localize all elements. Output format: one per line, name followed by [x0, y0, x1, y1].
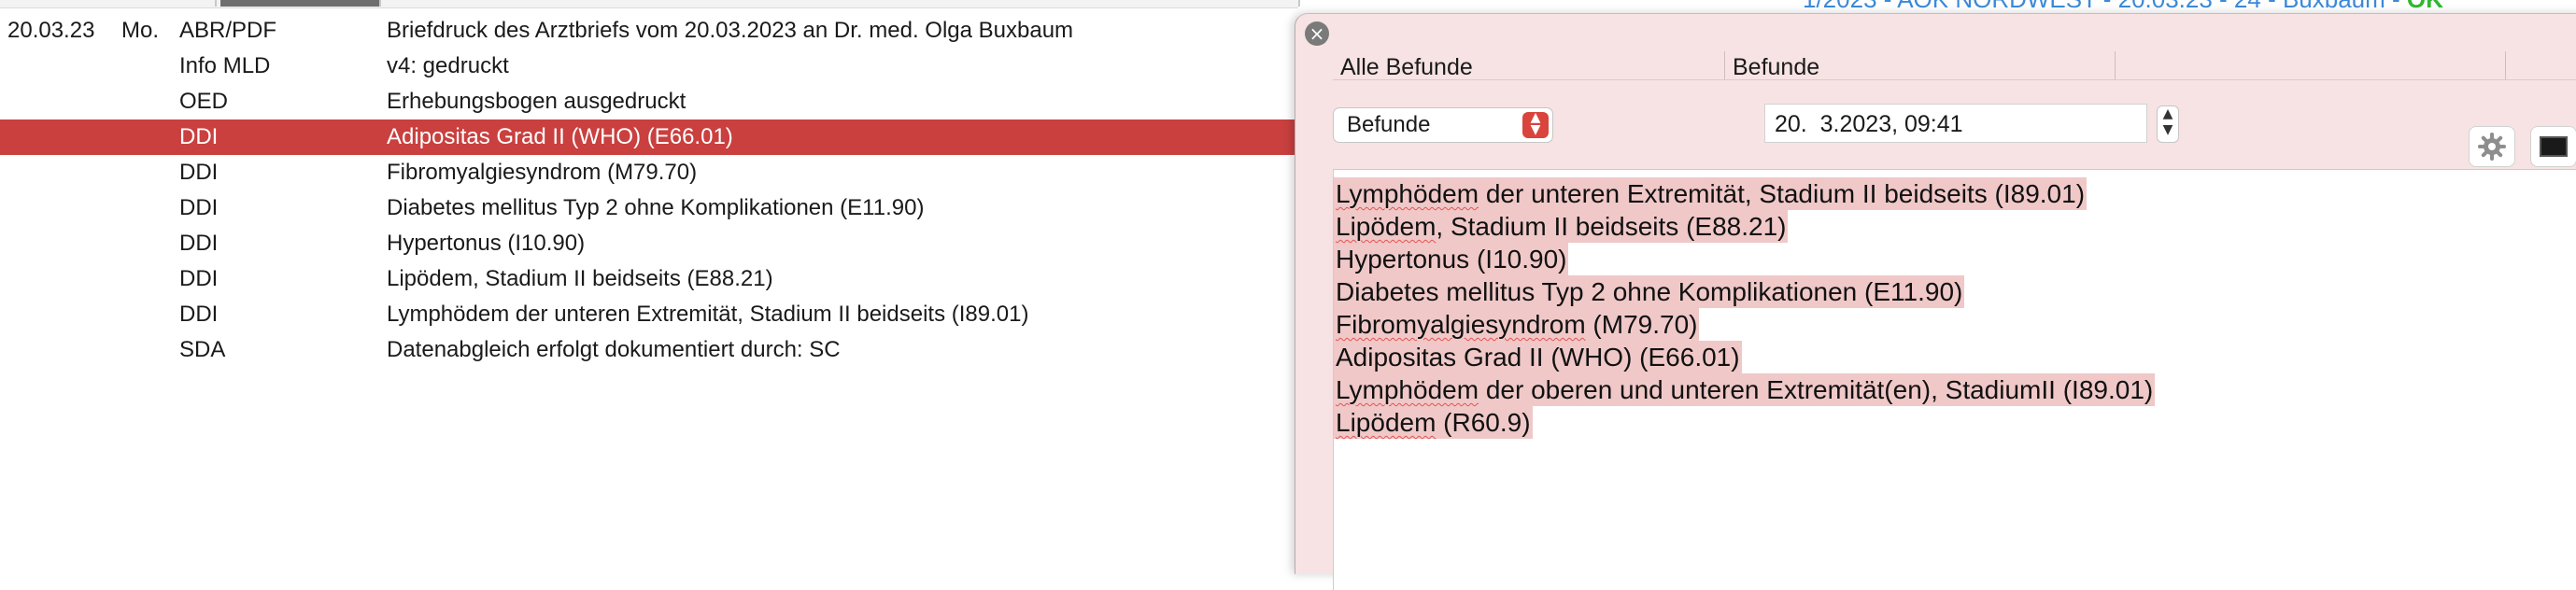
- journal-day: Mo.: [121, 18, 160, 43]
- journal-row[interactable]: SDA Datenabgleich erfolgt dokumentiert du…: [0, 332, 1298, 368]
- finding-text: (M79.70): [1585, 310, 1698, 339]
- journal-code: ABR/PDF: [179, 18, 277, 43]
- finding-text: Diabetes mellitus Typ 2 ohne Komplikatio…: [1336, 277, 1963, 306]
- finding-line: Lymphödem der unteren Extremität, Stadiu…: [1334, 177, 2088, 210]
- journal-list[interactable]: 20.03.23 Mo. ABR/PDF Briefdruck des Arztbri…: [0, 13, 1298, 368]
- date-stepper[interactable]: ▲ ▼: [2157, 105, 2179, 143]
- finding-line: Lipödem, Stadium II beidseits (E88.21): [1334, 210, 1789, 243]
- finding-line: Diabetes mellitus Typ 2 ohne Komplikatio…: [1334, 275, 1965, 308]
- finding-text: , Stadium II beidseits (E88.21): [1436, 212, 1787, 241]
- journal-date: 20.03.23: [7, 18, 95, 43]
- finding-spellcheck-word: Fibromyalgiesyndrom: [1336, 310, 1586, 339]
- toolbar-segment[interactable]: [383, 0, 1300, 7]
- screen-button[interactable]: [2530, 126, 2576, 167]
- toolbar-segment[interactable]: [0, 0, 217, 7]
- journal-text: Diabetes mellitus Typ 2 ohne Komplikatio…: [387, 195, 925, 220]
- journal-row[interactable]: DDI Fibromyalgiesyndrom (M79.70): [0, 155, 1298, 190]
- journal-text: Briefdruck des Arztbriefs vom 20.03.2023…: [387, 18, 1074, 43]
- journal-code: Info MLD: [179, 53, 271, 78]
- close-icon: ×: [1309, 22, 1325, 45]
- finding-spellcheck-word: Lymphödem: [1336, 375, 1479, 404]
- date-field[interactable]: 20. 3.2023, 09:41: [1764, 104, 2147, 143]
- findings-textarea[interactable]: Lymphödem der unteren Extremität, Stadiu…: [1333, 169, 2576, 590]
- tab-empty[interactable]: [2116, 51, 2506, 79]
- journal-code: OED: [179, 89, 229, 114]
- findings-list: Lymphödem der unteren Extremität, Stadiu…: [1334, 177, 2576, 439]
- finding-text: der unteren Extremität, Stadium II beids…: [1479, 179, 2086, 208]
- journal-row[interactable]: Info MLD v4: gedruckt: [0, 49, 1298, 84]
- category-select[interactable]: Befunde ▲ ▼: [1333, 107, 1553, 143]
- close-button[interactable]: ×: [1305, 21, 1329, 46]
- journal-row[interactable]: DDI Lipödem, Stadium II beidseits (E88.21…: [0, 261, 1298, 297]
- tab-bar: Alle Befunde Befunde: [1333, 51, 2576, 80]
- finding-text: Hypertonus (I10.90): [1336, 245, 1567, 274]
- journal-text: Lipödem, Stadium II beidseits (E88.21): [387, 266, 773, 291]
- gear-icon: [2478, 133, 2506, 161]
- journal-text: Fibromyalgiesyndrom (M79.70): [387, 160, 698, 185]
- finding-line: Lymphödem der oberen und unteren Extremi…: [1334, 373, 2156, 406]
- journal-row[interactable]: DDI Hypertonus (I10.90): [0, 226, 1298, 261]
- journal-code: DDI: [179, 124, 219, 149]
- journal-text: Hypertonus (I10.90): [387, 231, 586, 256]
- category-select-value: Befunde: [1347, 112, 1431, 137]
- journal-text: Erhebungsbogen ausgedruckt: [387, 89, 686, 114]
- finding-spellcheck-word: Lipödem: [1336, 212, 1437, 241]
- finding-text: (R60.9): [1436, 408, 1531, 437]
- journal-row[interactable]: 20.03.23 Mo. ABR/PDF Briefdruck des Arztbri…: [0, 13, 1298, 49]
- journal-code: SDA: [179, 337, 226, 362]
- top-toolbar-strip: [0, 0, 1300, 8]
- finding-line: Fibromyalgiesyndrom (M79.70): [1334, 308, 1700, 341]
- toolbar-segment-active[interactable]: [220, 0, 381, 7]
- journal-row[interactable]: OED Erhebungsbogen ausgedruckt: [0, 84, 1298, 119]
- finding-line: Lipödem (R60.9): [1334, 406, 1533, 439]
- finding-line: Hypertonus (I10.90): [1334, 243, 1569, 275]
- screen-icon: [2540, 136, 2568, 157]
- journal-code: DDI: [179, 160, 219, 185]
- tab-alle-befunde[interactable]: Alle Befunde: [1333, 51, 1725, 80]
- patient-header-text: 1/2023 - AOK NORDWEST - 20.03.23 - 24 - …: [1803, 0, 2407, 13]
- status-ok: OK: [2407, 0, 2443, 13]
- journal-code: DDI: [179, 266, 219, 291]
- finding-text: Adipositas Grad II (WHO) (E66.01): [1336, 343, 1740, 372]
- journal-row[interactable]: DDI Lymphödem der unteren Extremität, Sta…: [0, 297, 1298, 332]
- settings-button[interactable]: [2469, 126, 2515, 167]
- finding-line: Adipositas Grad II (WHO) (E66.01): [1334, 341, 1742, 373]
- journal-row[interactable]: DDI Diabetes mellitus Typ 2 ohne Komplika…: [0, 190, 1298, 226]
- finding-spellcheck-word: Lymphödem: [1336, 179, 1479, 208]
- chevron-updown-icon: ▲ ▼: [1522, 111, 1549, 138]
- journal-row[interactable]: DDI Adipositas Grad II (WHO) (E66.01): [0, 119, 1298, 155]
- journal-code: DDI: [179, 302, 219, 327]
- journal-code: DDI: [179, 231, 219, 256]
- journal-text: Lymphödem der unteren Extremität, Stadiu…: [387, 302, 1029, 327]
- finding-text: der oberen und unteren Extremität(en), S…: [1479, 375, 2154, 404]
- finding-spellcheck-word: Lipödem: [1336, 408, 1437, 437]
- befunde-panel: × Alle Befunde Befunde Befunde ▲ ▼ 20. 3.…: [1295, 13, 2576, 590]
- journal-text: v4: gedruckt: [387, 53, 509, 78]
- journal-text: Adipositas Grad II (WHO) (E66.01): [387, 124, 733, 149]
- tab-befunde[interactable]: Befunde: [1725, 51, 2116, 80]
- journal-text: Datenabgleich erfolgt dokumentiert durch…: [387, 337, 841, 362]
- journal-code: DDI: [179, 195, 219, 220]
- tab-empty[interactable]: [2506, 51, 2576, 79]
